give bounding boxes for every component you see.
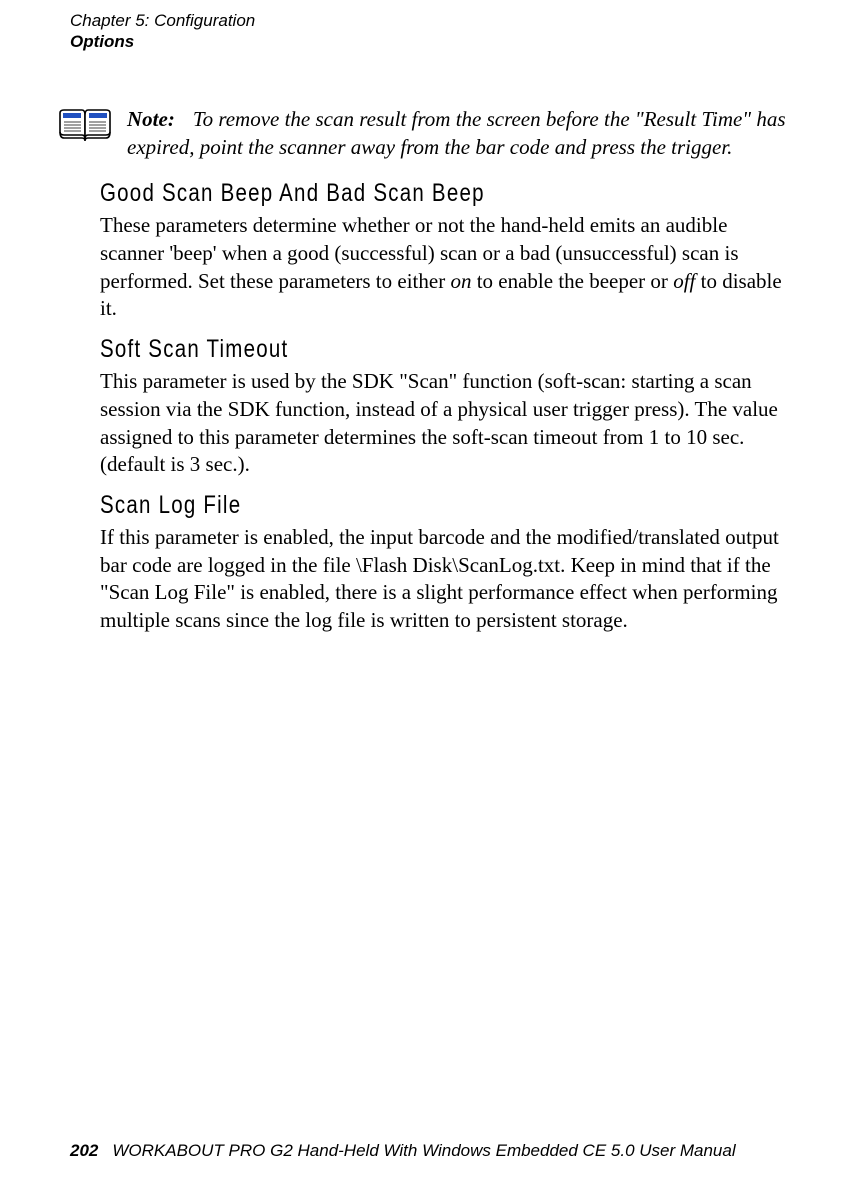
page-footer: 202 WORKABOUT PRO G2 Hand-Held With Windo…: [70, 1141, 736, 1161]
book-icon: [58, 107, 112, 143]
note-label: Note:: [127, 105, 175, 133]
footer-title: WORKABOUT PRO G2 Hand-Held With Windows …: [112, 1141, 735, 1160]
body-scan-log-file: If this parameter is enabled, the input …: [100, 524, 791, 635]
text-em2: off: [673, 269, 695, 293]
content: Good Scan Beep And Bad Scan Beep These p…: [100, 179, 791, 635]
text-mid: to enable the beeper or: [471, 269, 673, 293]
note-text: Note:To remove the scan result from the …: [127, 105, 791, 162]
heading-scan-log-file: Scan Log File: [100, 491, 667, 520]
heading-good-scan-beep: Good Scan Beep And Bad Scan Beep: [100, 179, 667, 208]
section-line: Options: [70, 31, 791, 52]
page-number: 202: [70, 1141, 98, 1160]
body-soft-scan-timeout: This parameter is used by the SDK "Scan"…: [100, 368, 791, 479]
note-block: Note:To remove the scan result from the …: [58, 105, 791, 162]
text-em1: on: [450, 269, 471, 293]
page-header: Chapter 5: Configuration Options: [70, 10, 791, 53]
heading-soft-scan-timeout: Soft Scan Timeout: [100, 335, 667, 364]
chapter-line: Chapter 5: Configuration: [70, 10, 791, 31]
body-good-scan-beep: These parameters determine whether or no…: [100, 212, 791, 323]
note-body: To remove the scan result from the scree…: [127, 107, 786, 159]
